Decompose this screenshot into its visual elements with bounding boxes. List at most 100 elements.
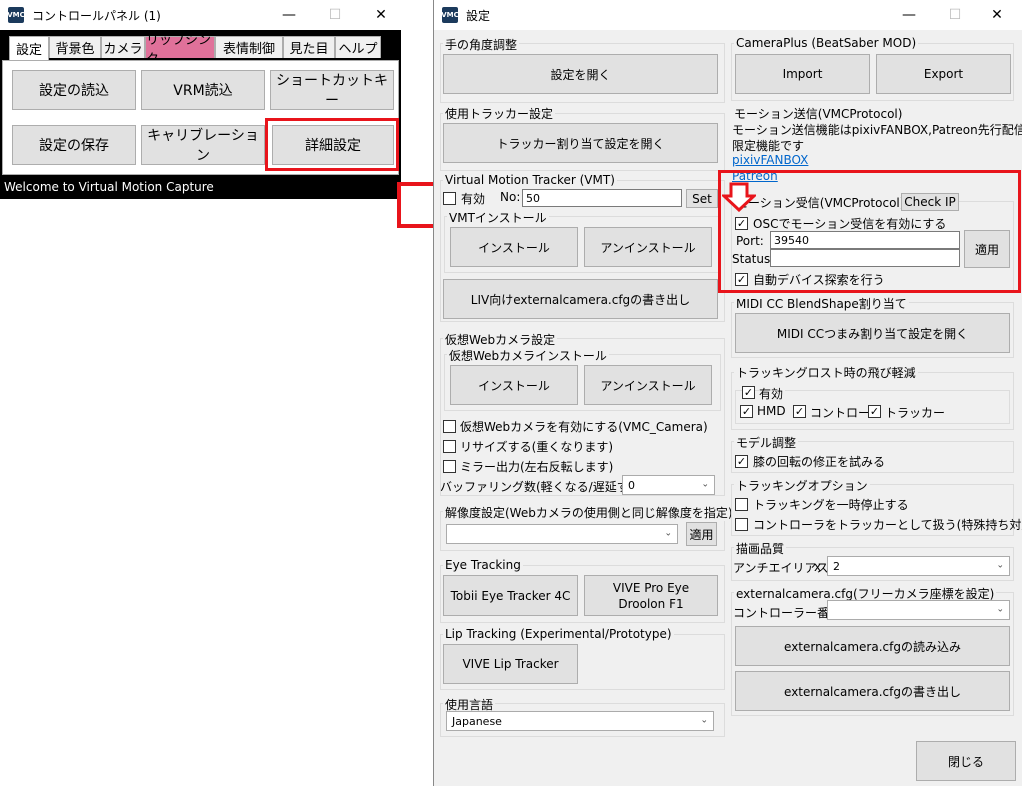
controller-number-select[interactable]: ⌄ bbox=[827, 600, 1010, 620]
language-select[interactable]: Japanese ⌄ bbox=[446, 711, 714, 731]
button-label: externalcamera.cfgの読み込み bbox=[784, 639, 961, 654]
controller-as-tracker-checkbox[interactable] bbox=[735, 518, 748, 531]
tab-help[interactable]: ヘルプ bbox=[335, 36, 381, 58]
cameraplus-import-button[interactable]: Import bbox=[735, 54, 870, 94]
tab-settings[interactable]: 設定 bbox=[9, 36, 49, 60]
group-label: トラッキングオプション bbox=[734, 477, 870, 494]
vmt-enable-label: 有効 bbox=[461, 192, 486, 206]
group-label: VMTインストール bbox=[447, 209, 549, 226]
load-settings-button[interactable]: 設定の読込 bbox=[12, 70, 136, 110]
close-button[interactable]: ✕ bbox=[358, 0, 404, 30]
control-panel-window: VMC コントロールパネル (1) — ☐ ✕ 設定 背景色 カメラ リップシン… bbox=[0, 0, 401, 199]
tobii-button[interactable]: Tobii Eye Tracker 4C bbox=[443, 575, 578, 616]
tab-label: 表情制御 bbox=[222, 42, 275, 57]
button-label: トラッカー割り当て設定を開く bbox=[496, 136, 665, 151]
tab-expression[interactable]: 表情制御 bbox=[215, 36, 283, 58]
buffering-select[interactable]: 0 ⌄ bbox=[622, 475, 715, 495]
tracker-checkbox[interactable]: ✓ bbox=[868, 405, 881, 418]
vive-pro-eye-button[interactable]: VIVE Pro Eye Droolon F1 bbox=[584, 575, 718, 616]
save-settings-button[interactable]: 設定の保存 bbox=[12, 125, 136, 165]
webcam-resize-label: リサイズする(重くなります) bbox=[460, 440, 614, 454]
maximize-button[interactable]: ☐ bbox=[312, 0, 358, 30]
maximize-button[interactable]: ☐ bbox=[932, 0, 978, 30]
settings-titlebar[interactable]: VMC 設定 — ☐ ✕ bbox=[434, 0, 1022, 30]
group-label: CameraPlus (BeatSaber MOD) bbox=[734, 36, 919, 50]
webcam-mirror-checkbox[interactable] bbox=[443, 460, 456, 473]
button-label: キャリブレーション bbox=[147, 128, 259, 164]
minimize-button[interactable]: — bbox=[266, 0, 312, 30]
tab-appearance[interactable]: 見た目 bbox=[283, 36, 335, 58]
group-label: MIDI CC BlendShape割り当て bbox=[734, 295, 909, 312]
control-panel-titlebar[interactable]: VMC コントロールパネル (1) — ☐ ✕ bbox=[0, 0, 401, 30]
motion-send-info-line1: モーション送信機能はpixivFANBOX,Patreon先行配信版 bbox=[732, 123, 1022, 137]
motion-send-label: モーション送信(VMCProtocol) bbox=[734, 107, 903, 121]
shortcut-key-button[interactable]: ショートカットキー bbox=[270, 70, 394, 110]
midi-cc-button[interactable]: MIDI CCつまみ割り当て設定を開く bbox=[735, 313, 1010, 353]
select-value: Japanese bbox=[452, 714, 502, 728]
group-label: 描画品質 bbox=[734, 540, 787, 557]
tracking-lost-enable-checkbox[interactable]: ✓ bbox=[742, 386, 755, 399]
group-label: 使用トラッカー設定 bbox=[443, 105, 556, 122]
webcam-install-button[interactable]: インストール bbox=[450, 365, 578, 405]
webcam-enable-checkbox[interactable] bbox=[443, 420, 456, 433]
knee-fix-label: 膝の回転の修正を試みる bbox=[753, 455, 886, 469]
resolution-apply-button[interactable]: 適用 bbox=[686, 522, 717, 546]
controller-as-tracker-label: コントローラをトラッカーとして扱う(特殊持ち対応) bbox=[753, 518, 1022, 532]
vmt-install-button[interactable]: インストール bbox=[450, 227, 578, 267]
vmt-set-button[interactable]: Set bbox=[686, 189, 718, 208]
tab-strip: 設定 背景色 カメラ リップシンク 表情制御 見た目 ヘルプ bbox=[0, 30, 401, 67]
open-hand-settings-button[interactable]: 設定を開く bbox=[443, 54, 718, 94]
vmt-no-input[interactable]: 50 bbox=[522, 189, 682, 207]
tab-lipsync[interactable]: リップシンク bbox=[145, 33, 215, 67]
load-external-camera-button[interactable]: externalcamera.cfgの読み込み bbox=[735, 626, 1010, 666]
webcam-uninstall-button[interactable]: アンインストール bbox=[584, 365, 712, 405]
button-label: MIDI CCつまみ割り当て設定を開く bbox=[776, 326, 969, 341]
button-label: Tobii Eye Tracker 4C bbox=[450, 588, 571, 603]
red-down-arrow-icon bbox=[722, 182, 756, 212]
vive-lip-tracker-button[interactable]: VIVE Lip Tracker bbox=[443, 644, 578, 684]
window-title: 設定 bbox=[466, 8, 491, 23]
resolution-select[interactable]: ⌄ bbox=[446, 524, 678, 544]
hmd-checkbox[interactable]: ✓ bbox=[740, 405, 753, 418]
vmt-uninstall-button[interactable]: アンインストール bbox=[584, 227, 712, 267]
cameraplus-export-button[interactable]: Export bbox=[876, 54, 1011, 94]
button-label: Set bbox=[692, 191, 712, 206]
chevron-down-icon: ⌄ bbox=[664, 528, 672, 539]
calibration-button[interactable]: キャリブレーション bbox=[141, 125, 265, 165]
knee-fix-checkbox[interactable]: ✓ bbox=[735, 455, 748, 468]
button-label: Export bbox=[923, 67, 964, 81]
input-value: 50 bbox=[526, 191, 540, 205]
save-external-camera-button[interactable]: externalcamera.cfgの書き出し bbox=[735, 671, 1010, 711]
vmc-app-icon: VMC bbox=[7, 7, 25, 23]
motion-receive-highlight bbox=[718, 170, 1021, 293]
antialias-select[interactable]: 2 ⌄ bbox=[827, 556, 1010, 576]
close-settings-button[interactable]: 閉じる bbox=[916, 741, 1016, 781]
pause-tracking-label: トラッキングを一時停止する bbox=[753, 498, 909, 512]
group-label: 解像度設定(Webカメラの使用側と同じ解像度を指定) bbox=[443, 504, 735, 521]
button-label: 設定の読込 bbox=[39, 83, 109, 99]
close-button[interactable]: ✕ bbox=[974, 0, 1020, 30]
group-label: 仮想Webカメラ設定 bbox=[443, 331, 558, 348]
group-label: 仮想Webカメラインストール bbox=[447, 347, 609, 364]
button-label: 設定の保存 bbox=[39, 138, 109, 154]
chevron-down-icon: ⌄ bbox=[701, 479, 709, 490]
controller-checkbox[interactable]: ✓ bbox=[793, 405, 806, 418]
open-tracker-assignment-button[interactable]: トラッカー割り当て設定を開く bbox=[443, 123, 718, 163]
tab-background[interactable]: 背景色 bbox=[49, 36, 101, 58]
minimize-button[interactable]: — bbox=[886, 0, 932, 30]
webcam-resize-checkbox[interactable] bbox=[443, 440, 456, 453]
button-label: LIV向けexternalcamera.cfgの書き出し bbox=[470, 292, 691, 307]
vmc-app-icon: VMC bbox=[441, 7, 459, 23]
select-value: 0 bbox=[628, 478, 635, 492]
window-title: コントロールパネル (1) bbox=[32, 8, 161, 23]
tab-camera[interactable]: カメラ bbox=[101, 36, 145, 58]
load-vrm-button[interactable]: VRM読込 bbox=[141, 70, 265, 110]
tab-label: 見た目 bbox=[289, 42, 329, 57]
liv-export-button[interactable]: LIV向けexternalcamera.cfgの書き出し bbox=[443, 279, 718, 319]
pixiv-fanbox-link[interactable]: pixivFANBOX bbox=[732, 153, 808, 167]
chevron-down-icon: ⌄ bbox=[700, 715, 708, 726]
status-bar: Welcome to Virtual Motion Capture bbox=[4, 180, 214, 194]
vmt-enable-checkbox[interactable] bbox=[443, 192, 456, 205]
pause-tracking-checkbox[interactable] bbox=[735, 498, 748, 511]
button-label: 適用 bbox=[689, 527, 714, 542]
